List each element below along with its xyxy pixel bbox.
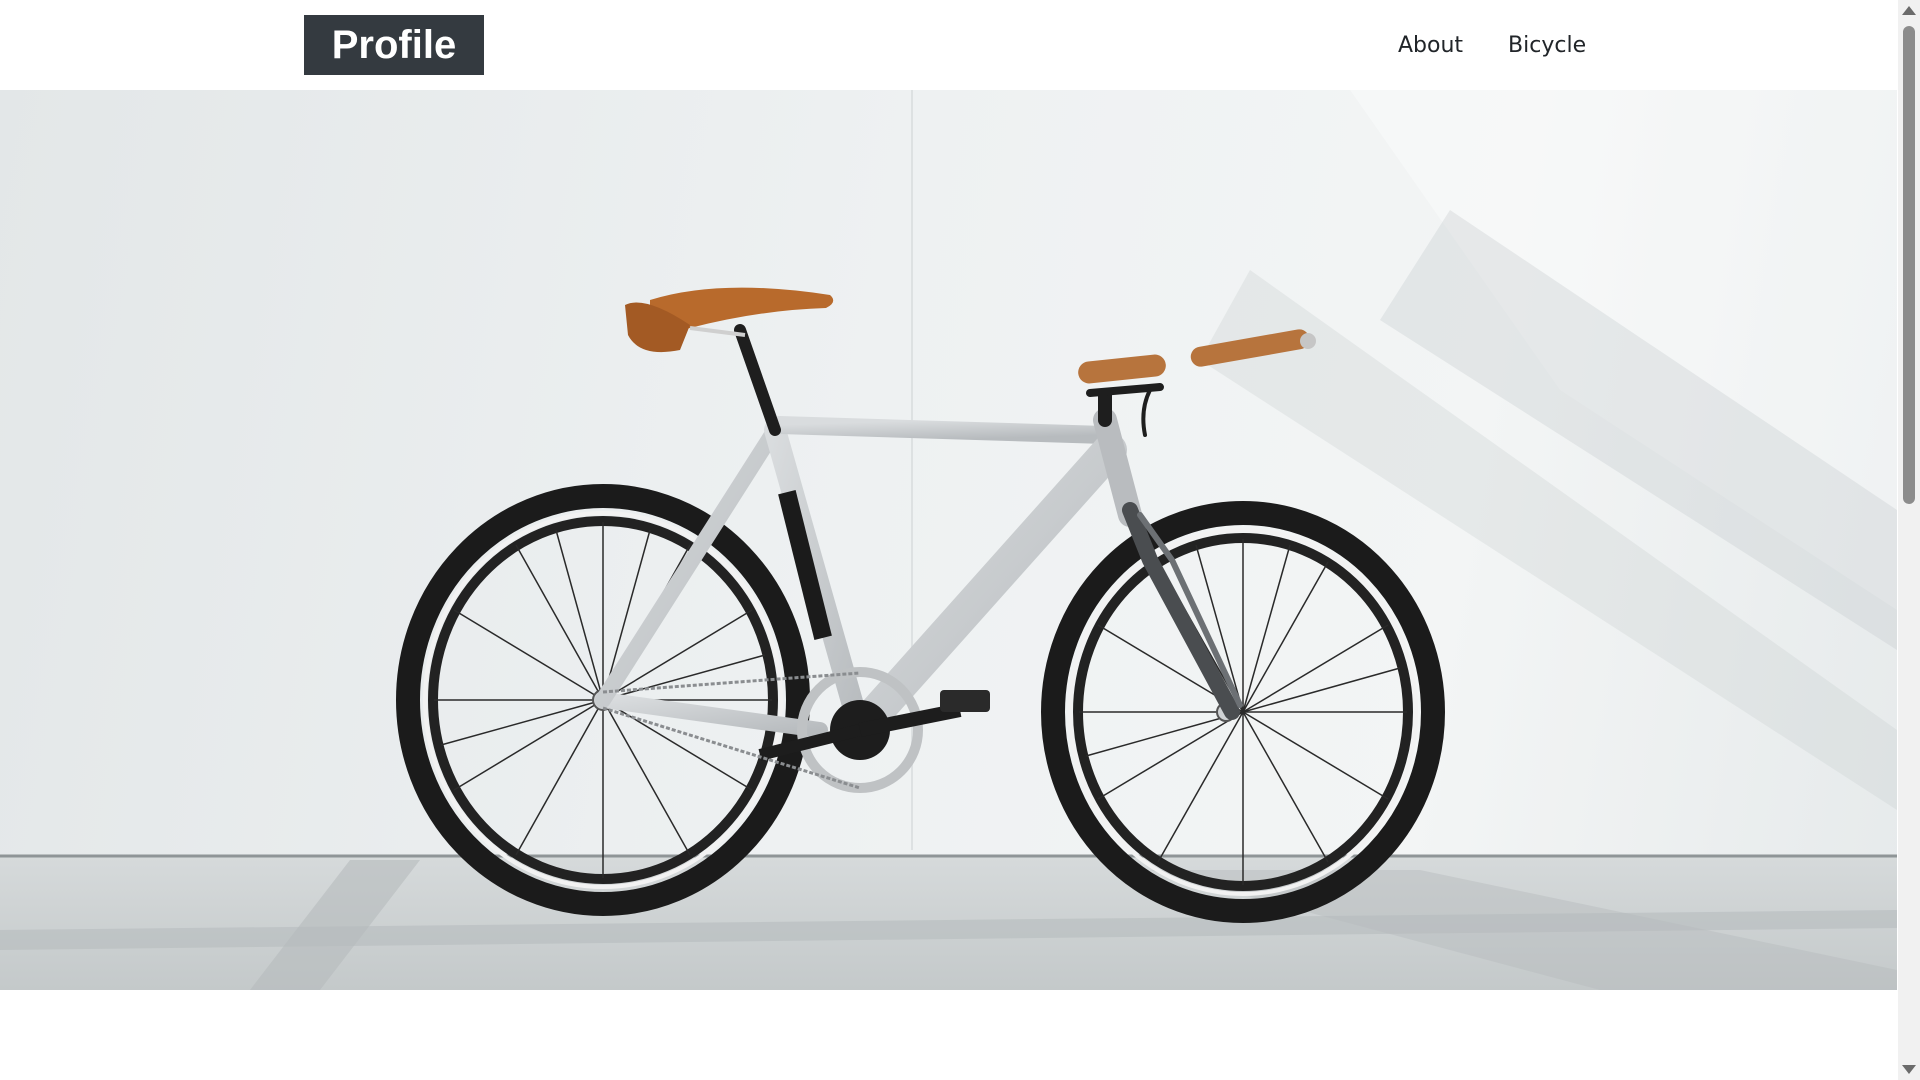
- main-nav: About Bicycle: [1398, 28, 1586, 64]
- leather-saddle: [625, 287, 834, 353]
- nav-link-bicycle[interactable]: Bicycle: [1508, 28, 1586, 64]
- site-header: Profile About Bicycle: [0, 0, 1897, 90]
- scroll-up-arrow-icon[interactable]: [1902, 6, 1916, 15]
- bicycle-photo: [0, 90, 1897, 990]
- page: Profile About Bicycle: [0, 0, 1920, 1080]
- scrollbar-thumb[interactable]: [1903, 26, 1915, 504]
- brand-logo-link[interactable]: Profile: [304, 15, 484, 75]
- hero-image: [0, 90, 1897, 990]
- vertical-scrollbar[interactable]: [1898, 0, 1920, 1080]
- nav-link-about[interactable]: About: [1398, 28, 1463, 64]
- page-content: Profile About Bicycle: [0, 0, 1897, 1080]
- scroll-down-arrow-icon[interactable]: [1902, 1065, 1916, 1074]
- front-wheel: [1041, 501, 1445, 923]
- page-body: [0, 990, 1897, 1080]
